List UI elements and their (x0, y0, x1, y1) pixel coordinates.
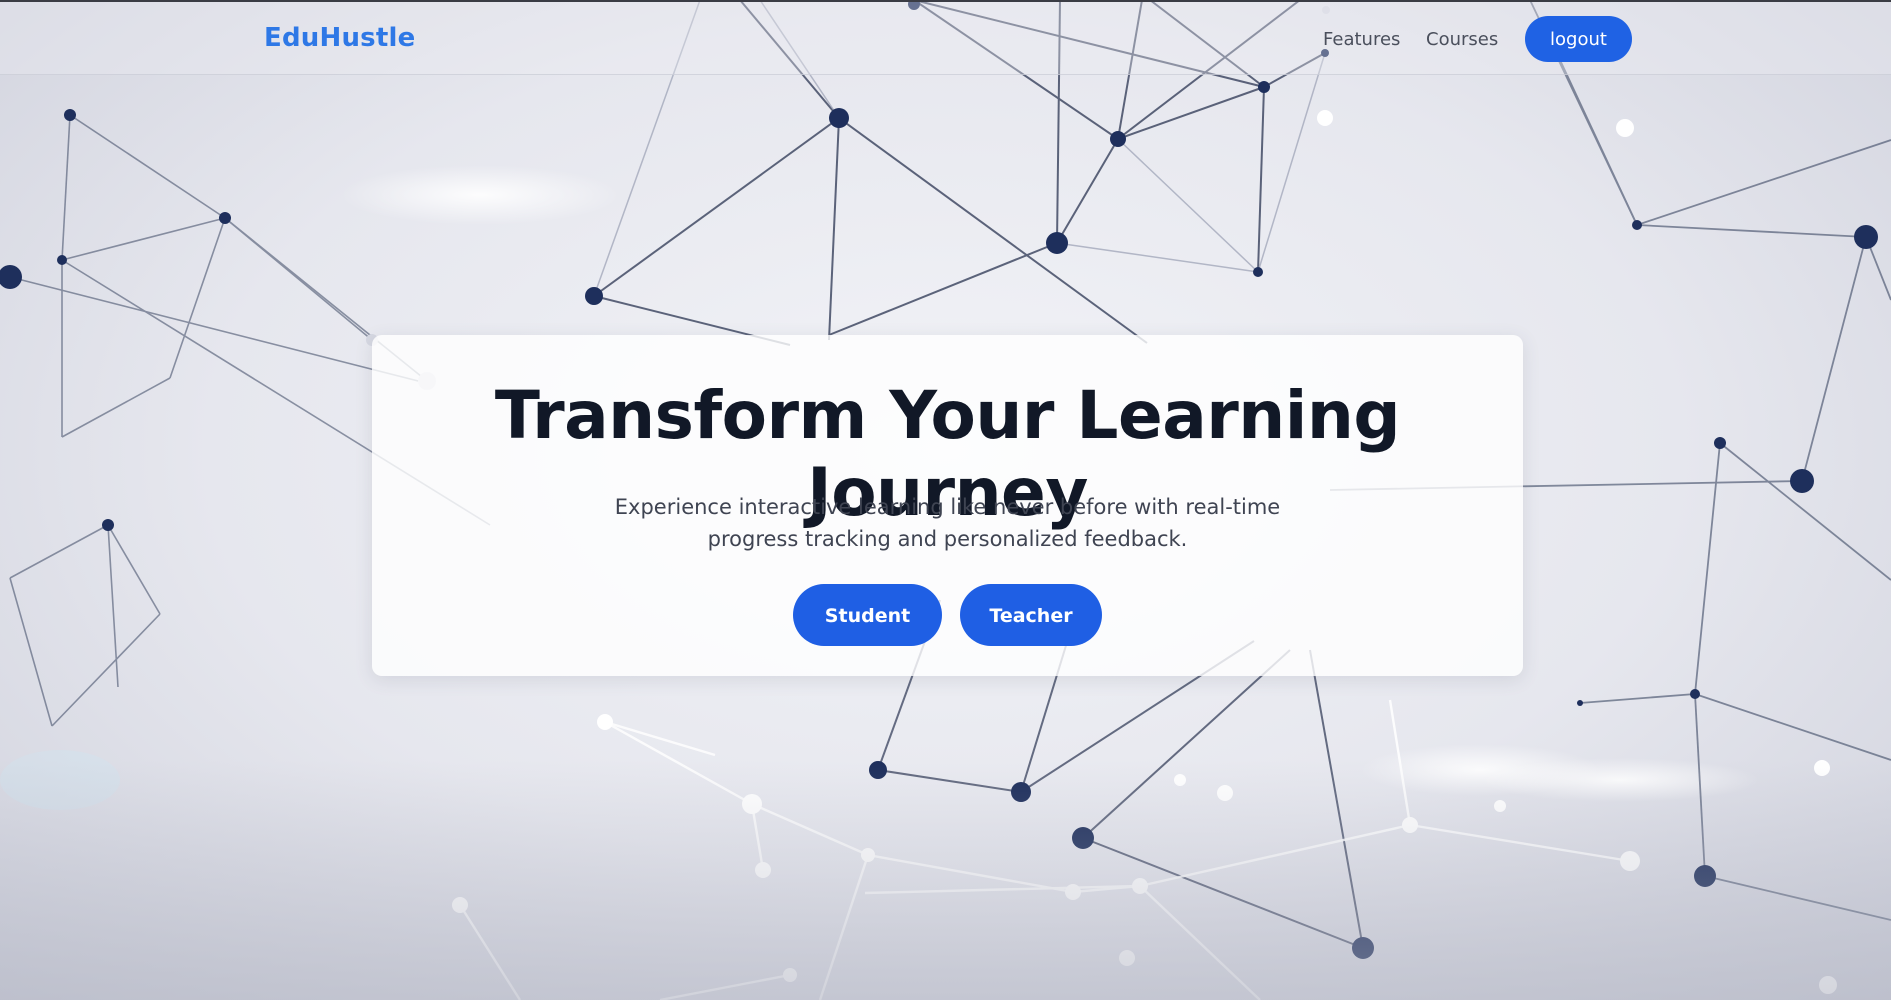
nav-link-features[interactable]: Features (1323, 29, 1400, 50)
hero-subtitle: Experience interactive learning like nev… (614, 495, 1281, 551)
landing-page: EduHustle Features Courses logout Transf… (0, 0, 1891, 1000)
hero-actions: Student Teacher (372, 584, 1523, 646)
teacher-button[interactable]: Teacher (960, 584, 1102, 646)
brand-logo[interactable]: EduHustle (264, 23, 415, 53)
nav-link-courses[interactable]: Courses (1426, 29, 1498, 50)
student-button[interactable]: Student (793, 584, 942, 646)
hero-card: Transform Your Learning Journey Experien… (372, 335, 1523, 676)
logout-button[interactable]: logout (1525, 16, 1632, 62)
top-navbar: EduHustle Features Courses logout (0, 2, 1891, 75)
